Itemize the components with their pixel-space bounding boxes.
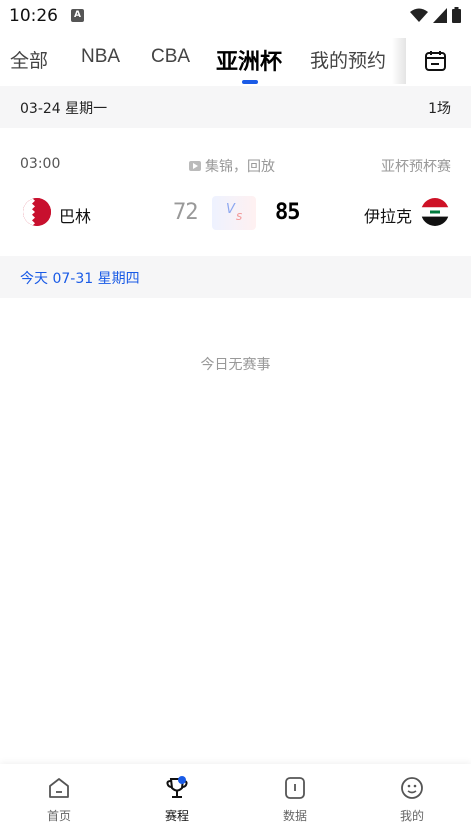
nav-schedule[interactable]: 赛程	[118, 764, 236, 839]
bahrain-flag-icon	[23, 198, 51, 226]
away-score: 85	[275, 200, 300, 225]
home-score: 72	[173, 200, 198, 225]
status-icons	[410, 7, 461, 23]
tab-my-reservations[interactable]: 我的预约	[310, 46, 386, 73]
today-date-label: 今天 07-31 星期四	[20, 271, 140, 287]
vs-badge: V s	[212, 196, 256, 230]
nav-home-label: 首页	[46, 809, 71, 823]
wifi-icon	[410, 8, 428, 22]
match-card[interactable]: 03:00 集锦，回放 亚杯预杯赛 巴林 72 V s 85 伊拉克	[0, 128, 471, 256]
vs-v: V	[226, 202, 235, 217]
today-date-header: 今天 07-31 星期四	[0, 256, 471, 298]
calendar-icon[interactable]	[420, 46, 450, 76]
tab-all[interactable]: 全部	[10, 46, 48, 73]
away-team-name: 伊拉克	[364, 207, 413, 226]
nav-profile-label: 我的	[399, 809, 424, 823]
nav-data-label: 数据	[282, 809, 307, 823]
nav-data[interactable]: 数据	[236, 764, 354, 839]
play-icon	[189, 161, 201, 171]
status-time: 10:26	[9, 6, 58, 26]
nav-schedule-label: 赛程	[164, 809, 189, 823]
tab-asia-cup[interactable]: 亚洲杯	[216, 44, 282, 76]
no-matches-message: 今日无赛事	[200, 357, 271, 373]
nav-home[interactable]: 首页	[0, 764, 118, 839]
trophy-icon	[166, 776, 188, 798]
vs-s: s	[236, 209, 243, 223]
home-icon	[49, 778, 69, 798]
signal-icon	[433, 7, 447, 23]
notification-icon: A	[71, 9, 84, 22]
date-header: 03-24 星期一 1场	[0, 86, 471, 128]
league-label: 亚杯预杯赛	[381, 159, 451, 175]
status-bar: 10:26 A	[0, 0, 471, 32]
tab-cba[interactable]: CBA	[151, 46, 190, 68]
data-icon	[285, 777, 305, 799]
active-tab-indicator	[242, 80, 258, 84]
replay-link[interactable]: 集锦，回放	[189, 156, 275, 176]
match-time: 03:00	[20, 156, 61, 172]
tab-nba[interactable]: NBA	[81, 46, 120, 68]
date-label: 03-24 星期一	[20, 101, 108, 117]
top-tabs: 全部 NBA CBA 亚洲杯 我的预约	[0, 38, 471, 88]
match-count: 1场	[428, 101, 451, 117]
tab-scroll-fade	[392, 38, 406, 84]
nav-profile[interactable]: 我的	[353, 764, 471, 839]
home-team-name: 巴林	[59, 207, 92, 226]
bottom-nav: 首页 赛程 数据 我的	[0, 764, 471, 839]
battery-icon	[452, 7, 461, 23]
iraq-flag-icon	[421, 198, 449, 226]
replay-label: 集锦，回放	[205, 159, 275, 175]
profile-icon	[401, 777, 423, 799]
